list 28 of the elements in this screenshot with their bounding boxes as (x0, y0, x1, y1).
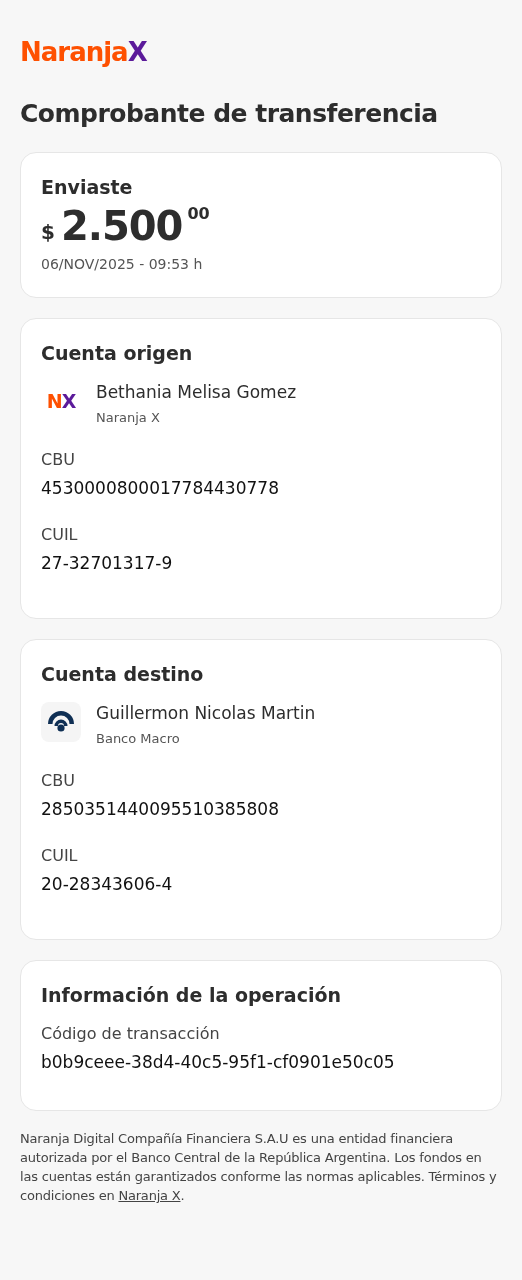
naranja-x-logo: NaranjaX (20, 36, 147, 68)
amount-cents: 00 (187, 204, 210, 224)
bank-name: Naranja X (96, 409, 161, 427)
transfer-date: 06/NOV/2025 - 09:53 h (41, 255, 204, 274)
naranja-x-link[interactable]: Naranja X (118, 1188, 181, 1203)
account-holder-name: Bethania Melisa Gomez (96, 381, 297, 404)
field-value: 20-28343606-4 (41, 873, 174, 896)
field-value: b0b9ceee-38d4-40c5-95f1-cf0901e50c05 (41, 1051, 396, 1074)
field-label: CBU (41, 449, 76, 471)
amount-value: 2.500 (60, 202, 183, 250)
card-title: Cuenta destino (41, 662, 205, 687)
field-label: CUIL (41, 845, 79, 867)
field-label: Código de transacción (41, 1023, 221, 1045)
currency-symbol: $ (41, 220, 55, 244)
page-title: Comprobante de transferencia (20, 98, 439, 130)
naranja-x-logo: NX (45, 388, 77, 414)
card-title: Cuenta origen (41, 341, 194, 366)
field-label: CUIL (41, 524, 79, 546)
card-title: Información de la operación (41, 983, 342, 1008)
field-value: 27-32701317-9 (41, 552, 174, 575)
field-value: 2850351440095510385808 (41, 798, 280, 821)
legal-notice: Naranja Digital Compañía Financiera S.A.U es una entidad financiera autorizada por el Banco Central de la República Argentina. Los fondos en las cuentas están garantizados conforme las normas aplicables. Términos y condiciones en Naranja X. (20, 1130, 498, 1205)
bank-logo-icon (41, 702, 81, 742)
amount-label: Enviaste (41, 175, 134, 200)
field-label: CBU (41, 770, 76, 792)
account-holder-name: Guillermon Nicolas Martin (96, 702, 316, 725)
bank-name: Banco Macro (96, 730, 181, 748)
field-value: 4530000800017784430778 (41, 477, 280, 500)
